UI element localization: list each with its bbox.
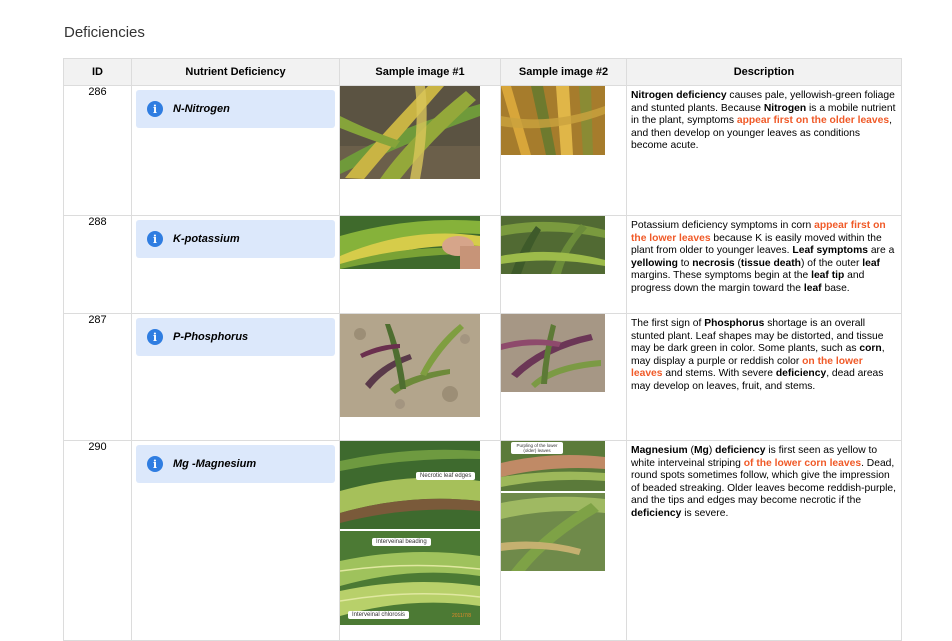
table-row: 287 i P-Phosphorus The first sign of Pho… — [63, 313, 902, 441]
bold-text: Nitrogen — [763, 102, 807, 114]
phosphorus-sample-photo-2[interactable] — [501, 314, 605, 392]
bold-text: Phosphorus — [704, 318, 765, 329]
info-icon[interactable]: i — [147, 231, 163, 247]
purpling-label: Purpling of the lower (older) leaves — [511, 442, 563, 454]
sample-image-2-cell — [500, 215, 627, 314]
bold-text: deficiency — [775, 368, 827, 380]
nutrient-name: K-potassium — [173, 233, 240, 245]
description-cell: Nitrogen deficiency causes pale, yellowi… — [626, 85, 902, 216]
text-segment: The first sign of — [631, 318, 705, 329]
text-segment: and stems. With severe — [662, 368, 776, 380]
sample-image-1-cell: Necrotic leaf edges Interveinal beading … — [339, 440, 501, 641]
sample-image-2-cell — [500, 313, 627, 441]
description-text: Magnesium (Mg) deficiency is first seen … — [627, 441, 901, 521]
info-icon[interactable]: i — [147, 329, 163, 345]
page-title: Deficiencies — [64, 24, 145, 41]
bold-text: deficiency — [631, 507, 682, 519]
header-sample-1[interactable]: Sample image #1 — [339, 58, 501, 86]
description-cell: Potassium deficiency symptoms in corn ap… — [626, 215, 902, 314]
table-row: 290 i Mg -Magnesium Necrotic leaf edges — [63, 440, 902, 641]
bold-text: necrosis — [692, 257, 735, 269]
table-row: 286 i N-Nitrogen Nitrogen deficiency cau… — [63, 85, 902, 216]
description-text: Nitrogen deficiency causes pale, yellowi… — [627, 86, 901, 153]
info-icon[interactable]: i — [147, 456, 163, 472]
text-segment: ) of the outer — [800, 257, 863, 269]
header-sample-2[interactable]: Sample image #2 — [500, 58, 627, 86]
sample-image-1-cell — [339, 215, 501, 314]
table-header-row: ID Nutrient Deficiency Sample image #1 S… — [63, 58, 902, 86]
text-segment: base. — [821, 282, 850, 294]
bold-text: leaf tip — [811, 270, 845, 282]
nutrient-item-phosphorus[interactable]: i P-Phosphorus — [136, 318, 335, 356]
text-segment: Potassium deficiency symptoms in corn — [631, 220, 815, 231]
bold-text: Mg — [693, 445, 709, 456]
text-segment: to — [677, 257, 693, 269]
bold-text: leaf — [862, 257, 880, 269]
info-icon[interactable]: i — [147, 101, 163, 117]
nitrogen-sample-photo-2[interactable] — [501, 86, 605, 155]
row-id: 287 — [63, 313, 132, 441]
sample-image-2-cell: Purpling of the lower (older) leaves — [500, 440, 627, 641]
bold-text: leaf — [803, 282, 822, 294]
bold-text: deficiency — [715, 445, 766, 456]
potassium-sample-photo-1[interactable] — [340, 216, 480, 269]
text-segment: is severe. — [681, 507, 729, 519]
nutrient-item-potassium[interactable]: i K-potassium — [136, 220, 335, 258]
text-segment: margins. These symptoms begin at the — [631, 270, 812, 282]
highlight-text: appear first on the older leaves — [736, 115, 890, 127]
magnesium-sample-photo-1b[interactable]: Interveinal beading Interveinal chlorosi… — [340, 531, 480, 625]
description-text: The first sign of Phosphorus shortage is… — [627, 314, 901, 394]
nutrient-name: N-Nitrogen — [173, 103, 230, 115]
nutrient-cell: i N-Nitrogen — [131, 85, 340, 216]
phosphorus-sample-photo-1[interactable] — [340, 314, 480, 417]
bold-text: corn — [859, 343, 882, 355]
photo-stamp: 2011/7/8 — [452, 613, 472, 619]
bold-text: yellowing — [631, 257, 678, 269]
header-id[interactable]: ID — [63, 58, 132, 86]
nutrient-name: P-Phosphorus — [173, 331, 249, 343]
bold-text: tissue death — [740, 257, 801, 269]
nutrient-item-magnesium[interactable]: i Mg -Magnesium — [136, 445, 335, 483]
text-segment: are a — [867, 245, 895, 257]
row-id: 286 — [63, 85, 132, 216]
sample-image-2-cell — [500, 85, 627, 216]
necrotic-label: Necrotic leaf edges — [416, 472, 476, 480]
sample-image-1-cell — [339, 313, 501, 441]
chlorosis-label: Interveinal chlorosis — [348, 611, 410, 619]
nutrient-cell: i Mg -Magnesium — [131, 440, 340, 641]
magnesium-sample-photo-2b[interactable] — [501, 493, 605, 571]
nutrient-item-nitrogen[interactable]: i N-Nitrogen — [136, 90, 335, 128]
potassium-sample-photo-2[interactable] — [501, 216, 605, 274]
magnesium-sample-photo-2[interactable]: Purpling of the lower (older) leaves — [501, 441, 605, 491]
sample-image-1-cell — [339, 85, 501, 216]
row-id: 288 — [63, 215, 132, 314]
nutrient-name: Mg -Magnesium — [173, 458, 257, 470]
bold-text: Leaf symptoms — [792, 245, 868, 257]
header-description[interactable]: Description — [626, 58, 902, 86]
nutrient-cell: i P-Phosphorus — [131, 313, 340, 441]
bold-text: Magnesium — [631, 445, 688, 456]
magnesium-sample-photo-1[interactable]: Necrotic leaf edges — [340, 441, 480, 529]
nitrogen-sample-photo-1[interactable] — [340, 86, 480, 179]
bold-text: Nitrogen deficiency — [631, 90, 727, 101]
nutrient-cell: i K-potassium — [131, 215, 340, 314]
header-nutrient[interactable]: Nutrient Deficiency — [131, 58, 340, 86]
beading-label: Interveinal beading — [372, 538, 431, 546]
deficiencies-table: ID Nutrient Deficiency Sample image #1 S… — [63, 58, 902, 641]
table-row: 288 i K-potassium Potassium deficiency s… — [63, 215, 902, 314]
description-cell: The first sign of Phosphorus shortage is… — [626, 313, 902, 441]
description-cell: Magnesium (Mg) deficiency is first seen … — [626, 440, 902, 641]
row-id: 290 — [63, 440, 132, 641]
description-text: Potassium deficiency symptoms in corn ap… — [627, 216, 901, 296]
highlight-text: of the lower corn leaves — [743, 457, 862, 469]
